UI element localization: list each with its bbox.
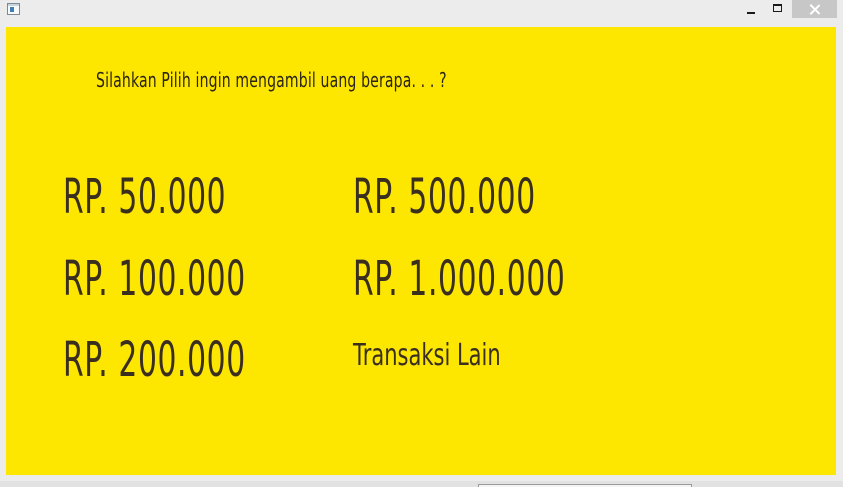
application-window: Silahkan Pilih ingin mengambil uang bera… (0, 0, 843, 487)
amount-200000-option[interactable]: RP. 200.000 (63, 336, 246, 384)
withdrawal-prompt: Silahkan Pilih ingin mengambil uang bera… (96, 68, 447, 92)
app-window-icon (7, 3, 20, 15)
minimize-button[interactable] (738, 0, 764, 18)
amount-100000-option[interactable]: RP. 100.000 (63, 255, 246, 303)
amount-50000-option[interactable]: RP. 50.000 (63, 173, 226, 221)
withdrawal-panel: Silahkan Pilih ingin mengambil uang bera… (6, 27, 836, 475)
amount-500000-option[interactable]: RP. 500.000 (353, 173, 536, 221)
amount-1000000-option[interactable]: RP. 1.000.000 (353, 255, 565, 303)
title-bar[interactable] (0, 0, 843, 20)
other-transaction-option[interactable]: Transaksi Lain (353, 341, 501, 371)
close-button[interactable] (792, 0, 837, 18)
maximize-button[interactable] (764, 0, 790, 18)
minimize-icon (747, 12, 755, 14)
close-icon (809, 4, 820, 15)
maximize-icon (772, 4, 782, 12)
bottom-border (0, 481, 843, 487)
